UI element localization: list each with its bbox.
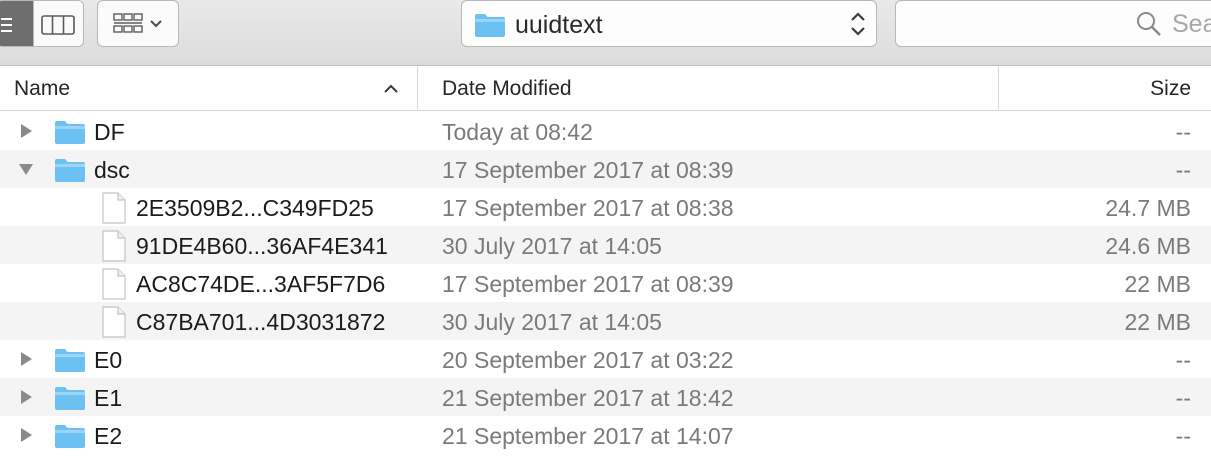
item-name: 2E3509B2...C349FD25 [136,195,374,221]
item-name: 91DE4B60...36AF4E341 [136,233,388,259]
list-row-folder[interactable]: E2 21 September 2017 at 14:07 -- [0,416,1211,454]
item-size: 22 MB [1124,309,1191,335]
current-folder-label: uuidtext [515,11,603,39]
sort-ascending-icon [384,84,398,93]
disclosure-triangle-right-icon[interactable] [18,351,34,367]
item-name: E1 [94,385,123,411]
list-view-button[interactable] [0,1,33,46]
search-icon [1136,11,1162,42]
item-size: -- [1175,385,1191,411]
group-by-button[interactable] [97,0,179,47]
list-row-file[interactable]: 2E3509B2...C349FD25 17 September 2017 at… [0,188,1211,226]
document-icon [102,192,126,224]
column-header-size-label: Size [1150,77,1191,100]
item-name: AC8C74DE...3AF5F7D6 [136,271,386,297]
column-view-icon [41,15,75,35]
document-icon [102,268,126,300]
item-size: 22 MB [1124,271,1191,297]
item-date-modified: 17 September 2017 at 08:39 [442,157,734,183]
column-header-name-label: Name [14,77,71,100]
item-name: E2 [94,423,123,449]
list-row-file[interactable]: C87BA701...4D3031872 30 July 2017 at 14:… [0,302,1211,340]
item-date-modified: 21 September 2017 at 14:07 [442,423,734,449]
document-icon [102,230,126,262]
disclosure-triangle-down-icon[interactable] [18,161,34,177]
list-row-folder[interactable]: dsc 17 September 2017 at 08:39 -- [0,150,1211,188]
item-name: DF [94,119,125,145]
list-row-folder[interactable]: DF Today at 08:42 -- [0,112,1211,150]
item-size: -- [1175,423,1191,449]
toolbar: uuidtext [0,0,1211,66]
folder-icon [55,159,85,182]
column-header-size[interactable]: Size [1000,66,1211,111]
disclosure-triangle-right-icon[interactable] [18,123,34,139]
list-row-folder[interactable]: E0 20 September 2017 at 03:22 -- [0,340,1211,378]
folder-icon [55,425,85,448]
item-size: 24.7 MB [1105,195,1191,221]
folder-icon [474,12,506,43]
folder-icon [55,121,85,144]
item-date-modified: 30 July 2017 at 14:05 [442,233,662,259]
item-size: -- [1175,157,1191,183]
item-size: 24.6 MB [1105,233,1191,259]
column-header-date-label: Date Modified [442,77,572,100]
list-row-file[interactable]: 91DE4B60...36AF4E341 30 July 2017 at 14:… [0,226,1211,264]
item-size: -- [1175,119,1191,145]
column-header-date-modified[interactable]: Date Modified [419,66,999,111]
item-date-modified: 17 September 2017 at 08:38 [442,195,734,221]
folder-icon [55,349,85,372]
disclosure-triangle-right-icon[interactable] [18,389,34,405]
item-date-modified: 30 July 2017 at 14:05 [442,309,662,335]
path-popup-button[interactable]: uuidtext [461,0,877,47]
search-input[interactable] [1172,9,1211,39]
item-date-modified: 21 September 2017 at 18:42 [442,385,734,411]
disclosure-triangle-right-icon[interactable] [18,427,34,443]
item-name: E0 [94,347,123,373]
list-row-folder[interactable]: E1 21 September 2017 at 18:42 -- [0,378,1211,416]
group-grid-icon [113,13,162,33]
chevron-down-icon [150,20,162,28]
item-date-modified: Today at 08:42 [442,119,593,145]
item-name: dsc [94,157,130,183]
view-mode-segmented-control [0,0,84,47]
search-field[interactable] [895,0,1211,47]
item-name: C87BA701...4D3031872 [136,309,386,335]
list-row-file[interactable]: AC8C74DE...3AF5F7D6 17 September 2017 at… [0,264,1211,302]
column-header-name[interactable]: Name [0,66,418,111]
column-view-button[interactable] [33,1,83,46]
item-size: -- [1175,347,1191,373]
up-down-chevron-icon [848,9,868,44]
item-date-modified: 17 September 2017 at 08:39 [442,271,734,297]
list-view-icon [1,18,12,32]
item-date-modified: 20 September 2017 at 03:22 [442,347,734,373]
document-icon [102,306,126,338]
column-header-row: Name Date Modified Size [0,66,1211,111]
folder-icon [55,387,85,410]
file-list: DF Today at 08:42 -- dsc 17 September 20… [0,112,1211,454]
